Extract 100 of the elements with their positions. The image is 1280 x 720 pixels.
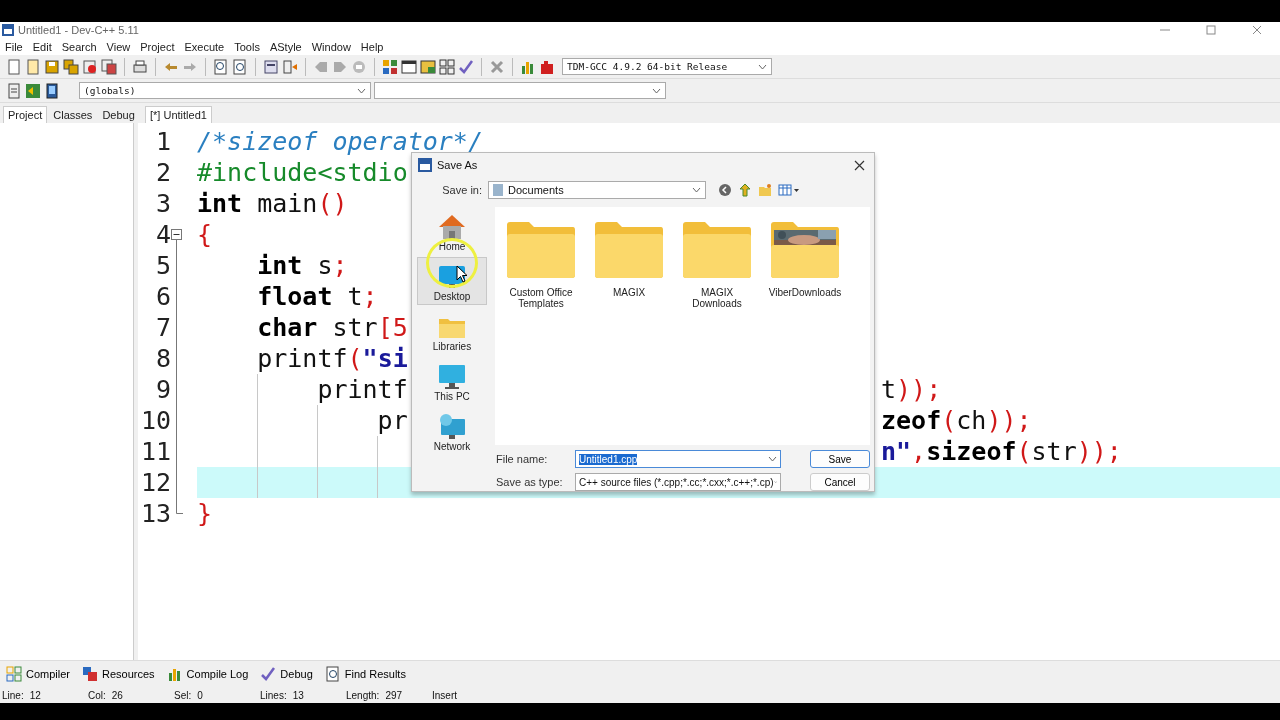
menu-item[interactable]: Tools — [234, 40, 260, 53]
code-text: int main() — [197, 188, 348, 219]
grid-icon — [6, 666, 22, 682]
folder-item[interactable]: MAGIX — [591, 221, 667, 298]
line-number: 1 — [154, 126, 171, 157]
panel-tab[interactable]: Debug — [98, 106, 139, 123]
window-title: Untitled1 - Dev-C++ 5.11 — [18, 24, 140, 36]
status-label: Col: — [88, 689, 106, 701]
code-text: n",sizeof(str)); — [881, 436, 1122, 467]
layers-icon — [82, 666, 98, 682]
compiler-dropdown[interactable]: TDM-GCC 4.9.2 64-bit Release — [562, 58, 772, 75]
grid-icon[interactable] — [439, 58, 455, 75]
document-icon[interactable] — [25, 58, 41, 75]
document-icon[interactable] — [6, 82, 22, 99]
places-item[interactable]: This PC — [417, 357, 487, 405]
dialog-title: Save As — [437, 159, 479, 171]
status-label: Lines: — [260, 689, 287, 701]
chevron-icon[interactable] — [768, 456, 777, 462]
location-dropdown[interactable]: Documents — [488, 181, 706, 199]
status-value: 12 — [29, 689, 41, 701]
new-folder-icon[interactable] — [758, 183, 772, 197]
save-icon[interactable] — [44, 58, 60, 75]
menu-item[interactable]: Window — [311, 40, 351, 53]
panel-tab[interactable]: Project — [3, 106, 48, 123]
line-number: 6 — [154, 281, 171, 312]
output-tab[interactable]: Find Results — [324, 666, 406, 682]
grid-icon[interactable] — [382, 58, 398, 75]
view-menu-icon[interactable] — [778, 183, 800, 197]
magnifier-icon[interactable] — [213, 58, 229, 75]
folder-item[interactable]: ViberDownloads — [767, 221, 843, 298]
code-text: #include<stdio — [197, 157, 408, 188]
status-value: 0 — [197, 689, 203, 701]
table-icon[interactable] — [420, 58, 436, 75]
line-number: 8 — [154, 343, 171, 374]
chevron-icon[interactable] — [357, 87, 366, 94]
menu-item[interactable]: AStyle — [269, 40, 302, 53]
code-text: printf — [316, 374, 408, 405]
places-item[interactable]: Home — [417, 207, 487, 255]
folder-item[interactable]: Custom Office Templates — [503, 221, 579, 309]
output-tab[interactable]: Compile Log — [166, 666, 249, 682]
file-type-dropdown[interactable]: C++ source files (*.cpp;*.cc;*.cxx;*.c++;*.cp) — [575, 473, 781, 491]
printer-icon[interactable] — [132, 58, 148, 75]
close-icon[interactable] — [853, 159, 865, 171]
menu-item[interactable]: View — [106, 40, 131, 53]
close-file-icon[interactable] — [82, 58, 98, 75]
code-text: /*sizeof operator*/ — [197, 126, 483, 157]
code-text: printf("si — [256, 343, 408, 374]
field-label: File name: — [496, 453, 549, 465]
code-text: int s; — [256, 250, 348, 281]
menu-item[interactable]: Search — [61, 40, 97, 53]
editor-tab[interactable]: [*] Untitled1 — [145, 106, 212, 123]
places-item[interactable]: Desktop — [417, 257, 487, 305]
menu-item[interactable]: Execute — [184, 40, 225, 53]
checkmark-icon — [260, 666, 277, 682]
dialog-button[interactable]: Cancel — [810, 473, 870, 491]
chevron-icon[interactable] — [692, 187, 701, 193]
function-dropdown[interactable] — [374, 82, 666, 99]
fold-marker-drawing[interactable] — [171, 229, 183, 514]
field-label: Save as type: — [496, 476, 564, 488]
back-icon[interactable] — [718, 183, 732, 197]
status-label: Length: — [346, 689, 380, 701]
menu-item[interactable]: Project — [140, 40, 175, 53]
status-label: Insert — [432, 689, 457, 701]
line-number: 7 — [154, 312, 171, 343]
line-number: 10 — [139, 405, 171, 436]
menu-item[interactable]: File — [5, 40, 23, 53]
save-icon[interactable] — [63, 58, 79, 75]
places-item[interactable]: Network — [417, 407, 487, 455]
checkmark-icon[interactable] — [458, 58, 474, 75]
app-icon — [418, 158, 432, 172]
arrow-block-icon[interactable] — [25, 82, 41, 99]
line-number: 12 — [139, 467, 171, 498]
file-name-field[interactable]: Untitled1.cpp — [575, 450, 781, 468]
scope-dropdown[interactable]: (globals) — [79, 82, 371, 99]
window-icon[interactable] — [401, 58, 417, 75]
magnifier-icon — [324, 666, 341, 682]
up-arrow-icon[interactable] — [738, 183, 752, 197]
output-tab[interactable]: Resources — [82, 666, 155, 682]
chevron-icon[interactable] — [652, 87, 661, 94]
line-number: 5 — [154, 250, 171, 281]
line-number: 2 — [154, 157, 171, 188]
menu-item[interactable]: Edit — [32, 40, 52, 53]
output-tab[interactable]: Compiler — [6, 666, 70, 682]
menu-item[interactable]: Help — [360, 40, 384, 53]
window-icon[interactable] — [263, 58, 279, 75]
folder-icon — [681, 221, 753, 279]
line-number: 3 — [154, 188, 171, 219]
dialog-button[interactable]: Save — [810, 450, 870, 468]
code-text: } — [197, 498, 213, 529]
cross-icon[interactable] — [489, 58, 505, 75]
close-file-icon[interactable] — [101, 58, 117, 75]
folder-item[interactable]: MAGIX Downloads — [679, 221, 755, 309]
code-text: { — [197, 219, 213, 250]
magnifier-icon[interactable] — [232, 58, 248, 75]
panel-tab[interactable]: Classes — [49, 106, 97, 123]
output-tab[interactable]: Debug — [260, 666, 313, 682]
bookmark-icon[interactable] — [44, 82, 60, 99]
document-icon[interactable] — [6, 58, 22, 75]
places-item[interactable]: Libraries — [417, 307, 487, 355]
chevron-icon[interactable] — [758, 63, 767, 70]
